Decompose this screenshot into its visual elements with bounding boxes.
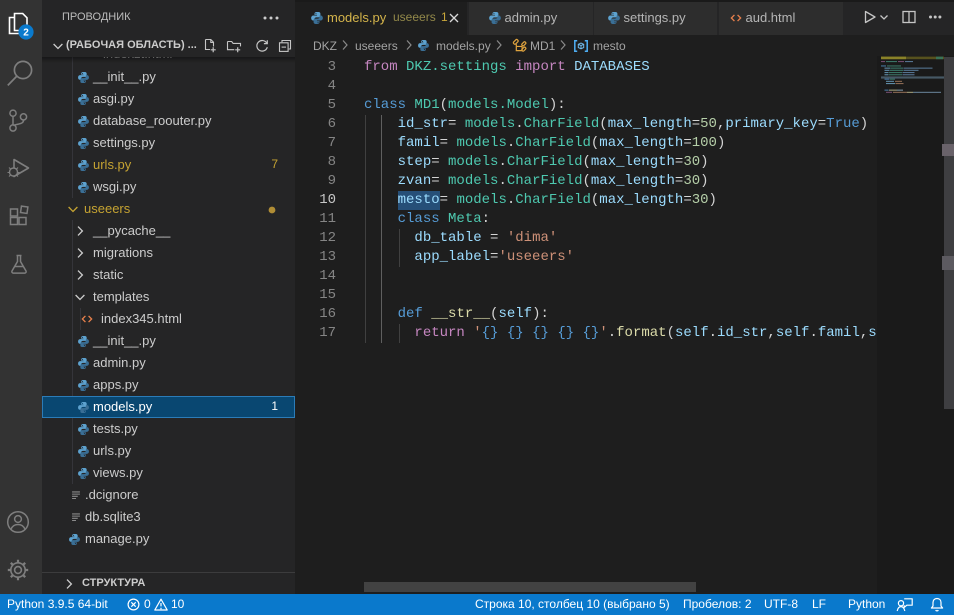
svg-text:2: 2 <box>23 28 29 39</box>
